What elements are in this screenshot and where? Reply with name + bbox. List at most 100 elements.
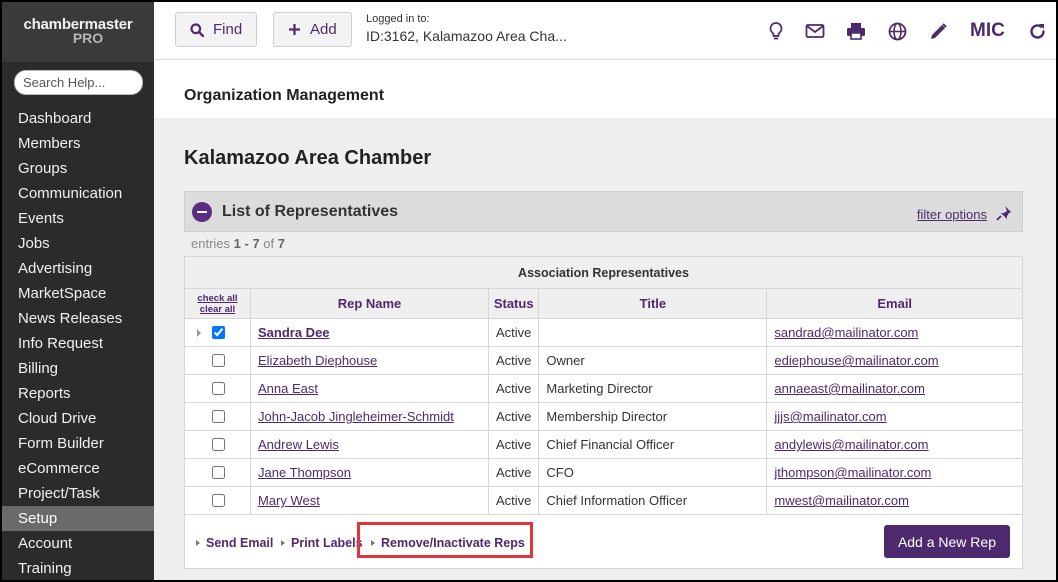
rep-name-link[interactable]: Sandra Dee bbox=[258, 325, 330, 340]
rep-name-cell: Anna East bbox=[250, 374, 489, 403]
rep-name-cell: Elizabeth Diephouse bbox=[250, 346, 489, 375]
find-button[interactable]: Find bbox=[175, 12, 258, 47]
sidebar-item-communication[interactable]: Communication bbox=[2, 181, 154, 206]
email-link[interactable]: sandrad@mailinator.com bbox=[774, 325, 918, 340]
sidebar: chambermaster PRO DashboardMembersGroups… bbox=[2, 2, 154, 580]
sidebar-item-marketspace[interactable]: MarketSpace bbox=[2, 281, 154, 306]
email-link[interactable]: andylewis@mailinator.com bbox=[774, 437, 928, 452]
pencil-icon[interactable] bbox=[927, 20, 949, 42]
status-cell: Active bbox=[487, 486, 540, 515]
sidebar-item-news-releases[interactable]: News Releases bbox=[2, 306, 154, 331]
table-row: Sandra Dee Active sandrad@mailinator.com bbox=[184, 318, 1023, 347]
rep-name-cell: Mary West bbox=[250, 486, 489, 515]
row-select-cell bbox=[184, 486, 251, 515]
email-link[interactable]: ediephouse@mailinator.com bbox=[774, 353, 938, 368]
rep-name-cell: John-Jacob Jingleheimer-Schmidt bbox=[250, 402, 489, 431]
email-link[interactable]: annaeast@mailinator.com bbox=[774, 381, 925, 396]
row-checkbox[interactable] bbox=[212, 326, 225, 339]
rep-name-link[interactable]: Anna East bbox=[258, 381, 318, 396]
sidebar-item-billing[interactable]: Billing bbox=[2, 356, 154, 381]
sidebar-item-info-request[interactable]: Info Request bbox=[2, 331, 154, 356]
sidebar-item-account[interactable]: Account bbox=[2, 531, 154, 556]
print-labels-link[interactable]: Print Labels bbox=[281, 536, 363, 550]
rep-name-link[interactable]: John-Jacob Jingleheimer-Schmidt bbox=[258, 409, 454, 424]
clear-all-link[interactable]: clear all bbox=[185, 304, 250, 315]
rep-name-link[interactable]: Mary West bbox=[258, 493, 320, 508]
table-row: Andrew Lewis Active Chief Financial Office… bbox=[184, 430, 1023, 459]
sidebar-item-events[interactable]: Events bbox=[2, 206, 154, 231]
status-cell: Active bbox=[487, 458, 540, 487]
row-checkbox[interactable] bbox=[212, 382, 225, 395]
add-new-rep-button[interactable]: Add a New Rep bbox=[883, 525, 1010, 558]
sidebar-item-dashboard[interactable]: Dashboard bbox=[2, 106, 154, 131]
row-select-cell bbox=[184, 318, 251, 347]
col-status[interactable]: Status bbox=[487, 288, 540, 319]
globe-icon[interactable] bbox=[886, 20, 908, 42]
status-cell: Active bbox=[487, 374, 540, 403]
entries-of: of bbox=[263, 236, 275, 251]
printer-icon[interactable] bbox=[845, 20, 867, 42]
representatives-panel: List of Representatives filter options e… bbox=[184, 191, 1023, 569]
email-link[interactable]: jthompson@mailinator.com bbox=[774, 465, 931, 480]
email-link[interactable]: mwest@mailinator.com bbox=[774, 493, 909, 508]
logo[interactable]: chambermaster PRO bbox=[2, 2, 154, 62]
table-row: Jane Thompson Active CFO jthompson@mailinat… bbox=[184, 458, 1023, 487]
breadcrumb-title: Organization Management bbox=[184, 87, 385, 104]
page-title: Kalamazoo Area Chamber bbox=[184, 147, 432, 169]
email-link[interactable]: jjjs@mailinator.com bbox=[774, 409, 886, 424]
col-email[interactable]: Email bbox=[766, 288, 1023, 319]
panel-footer: Send Email Print Labels Remove/Inactivat… bbox=[184, 515, 1023, 569]
add-button[interactable]: Add bbox=[273, 12, 352, 47]
sidebar-item-form-builder[interactable]: Form Builder bbox=[2, 431, 154, 456]
row-checkbox[interactable] bbox=[212, 354, 225, 367]
sidebar-item-reports[interactable]: Reports bbox=[2, 381, 154, 406]
collapse-icon[interactable] bbox=[192, 202, 212, 222]
col-rep-name[interactable]: Rep Name bbox=[250, 288, 489, 319]
expand-row-icon[interactable] bbox=[197, 329, 201, 337]
row-select-cell bbox=[184, 374, 251, 403]
row-checkbox[interactable] bbox=[212, 494, 225, 507]
top-bar: Find Add Logged in to: ID:3162, Kalamazo… bbox=[154, 2, 1056, 60]
pin-icon[interactable] bbox=[996, 205, 1012, 226]
rep-name-link[interactable]: Elizabeth Diephouse bbox=[258, 353, 377, 368]
filter-options-link[interactable]: filter options bbox=[917, 207, 987, 222]
sidebar-item-cloud-drive[interactable]: Cloud Drive bbox=[2, 406, 154, 431]
add-label: Add bbox=[310, 21, 337, 38]
sidebar-item-groups[interactable]: Groups bbox=[2, 156, 154, 181]
sidebar-item-ecommerce[interactable]: eCommerce bbox=[2, 456, 154, 481]
email-cell: annaeast@mailinator.com bbox=[766, 374, 1023, 403]
row-checkbox[interactable] bbox=[212, 438, 225, 451]
sidebar-item-members[interactable]: Members bbox=[2, 131, 154, 156]
email-cell: sandrad@mailinator.com bbox=[766, 318, 1023, 347]
rep-name-cell: Andrew Lewis bbox=[250, 430, 489, 459]
check-all-link[interactable]: check all bbox=[185, 293, 250, 304]
row-checkbox[interactable] bbox=[212, 410, 225, 423]
rep-name-link[interactable]: Andrew Lewis bbox=[258, 437, 339, 452]
table-caption: Association Representatives bbox=[184, 256, 1023, 289]
help-search-input[interactable] bbox=[14, 70, 143, 95]
row-checkbox[interactable] bbox=[212, 466, 225, 479]
table-row: Elizabeth Diephouse Active Owner ediephouse… bbox=[184, 346, 1023, 375]
sidebar-nav: Dashboard Members Groups Communication Event… bbox=[2, 106, 154, 580]
status-cell: Active bbox=[487, 402, 540, 431]
email-cell: mwest@mailinator.com bbox=[766, 486, 1023, 515]
sidebar-item-setup[interactable]: Setup bbox=[2, 506, 154, 531]
mail-icon[interactable] bbox=[804, 20, 826, 42]
sidebar-item-jobs[interactable]: Jobs bbox=[2, 231, 154, 256]
send-email-link[interactable]: Send Email bbox=[196, 536, 273, 550]
sidebar-item-project-task[interactable]: Project/Task bbox=[2, 481, 154, 506]
user-initials[interactable]: MIC bbox=[970, 20, 1005, 42]
email-cell: andylewis@mailinator.com bbox=[766, 430, 1023, 459]
lightbulb-icon[interactable] bbox=[765, 20, 787, 42]
sidebar-item-training[interactable]: Training bbox=[2, 556, 154, 580]
col-title[interactable]: Title bbox=[538, 288, 768, 319]
sidebar-item-advertising[interactable]: Advertising bbox=[2, 256, 154, 281]
app-window: chambermaster PRO DashboardMembersGroups… bbox=[0, 0, 1058, 582]
panel-title: List of Representatives bbox=[222, 203, 399, 220]
representatives-table: Association Representatives check all cl… bbox=[184, 256, 1023, 515]
refresh-icon[interactable] bbox=[1026, 20, 1048, 42]
rep-name-link[interactable]: Jane Thompson bbox=[258, 465, 351, 480]
title-cell: Membership Director bbox=[538, 402, 768, 431]
title-cell: CFO bbox=[538, 458, 768, 487]
remove-reps-link[interactable]: Remove/Inactivate Reps bbox=[371, 536, 525, 550]
